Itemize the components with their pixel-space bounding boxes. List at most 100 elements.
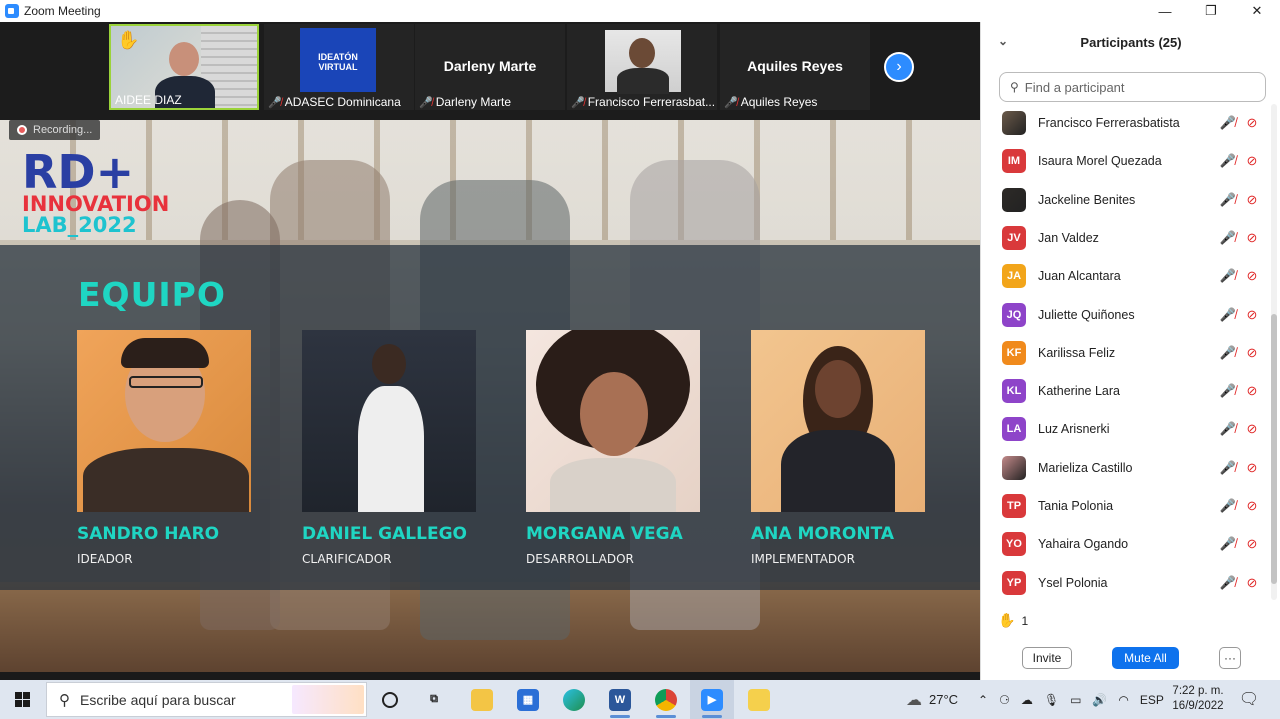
- participant-name: Tania Polonia: [1038, 499, 1114, 513]
- weather-widget[interactable]: ☁ 27°C: [906, 680, 958, 719]
- clock[interactable]: 7:22 p. m. 16/9/2022: [1168, 684, 1228, 714]
- chevron-right-icon: ›: [896, 58, 902, 75]
- participant-status-icons: 🎤̸ ⊘: [1219, 230, 1261, 246]
- participant-row[interactable]: YP Ysel Polonia 🎤̸ ⊘: [981, 564, 1273, 600]
- task-view-icon[interactable]: ⧉: [412, 680, 456, 719]
- notifications-icon[interactable]: 🗨: [1238, 688, 1260, 710]
- temperature: 27°C: [929, 692, 959, 707]
- participant-row[interactable]: Marieliza Castillo 🎤̸ ⊘: [981, 449, 1273, 487]
- clock-date: 16/9/2022: [1172, 700, 1224, 712]
- next-page-button[interactable]: ›: [884, 52, 914, 82]
- participant-search[interactable]: ⚲: [999, 72, 1266, 102]
- window-controls: — ❐ ✕: [1142, 0, 1280, 22]
- meet-now-icon[interactable]: ⚆: [999, 693, 1010, 707]
- shared-screen: Recording... RD+ INNOVATION LAB_2022 EQU…: [0, 120, 980, 672]
- person-head: [815, 360, 861, 418]
- participant-row[interactable]: Jackeline Benites 🎤̸ ⊘: [981, 181, 1273, 219]
- participant-name: Katherine Lara: [1038, 384, 1121, 399]
- member-name: DANIEL GALLEGO: [302, 524, 467, 544]
- scrollbar-thumb[interactable]: [1271, 314, 1277, 584]
- cortana-icon[interactable]: [368, 680, 412, 719]
- zoom-glyph: ▶: [701, 688, 723, 711]
- meeting-area: ✋ AIDEE DIAZ IDEATÓN VIRTUAL 🎤̸ ADASEC Do…: [0, 22, 980, 680]
- windows-taskbar: ⚲ Escribe aquí para buscar ⧉ ▦ W ▶ ☁ 27°…: [0, 680, 1280, 719]
- participant-row[interactable]: JA Juan Alcantara 🎤̸ ⊘: [981, 257, 1273, 295]
- participant-name: Karilissa Feliz: [1038, 345, 1116, 360]
- logo-line3: LAB_2022: [22, 213, 137, 237]
- video-off-icon: ⊘: [1246, 191, 1258, 207]
- window-title: Zoom Meeting: [24, 4, 101, 18]
- volume-icon[interactable]: 🔊: [1092, 693, 1107, 707]
- tile-display-name: Aquiles Reyes: [747, 58, 843, 74]
- participant-row[interactable]: Francisco Ferrerasbatista 🎤̸ ⊘: [981, 104, 1273, 142]
- recording-dot-icon: [17, 125, 27, 135]
- avatar: KF: [1002, 340, 1026, 365]
- tile-name: 🎤̸ Darleny Marte: [419, 95, 511, 109]
- close-button[interactable]: ✕: [1234, 0, 1280, 22]
- mic-muted-icon: 🎤̸: [1219, 421, 1237, 437]
- more-options-button[interactable]: ···: [1219, 647, 1241, 669]
- language-indicator[interactable]: ESP: [1140, 693, 1164, 707]
- participant-row[interactable]: JQ Juliette Quiñones 🎤̸ ⊘: [981, 296, 1273, 334]
- taskbar-search-placeholder: Escribe aquí para buscar: [80, 691, 236, 708]
- maximize-button[interactable]: ❐: [1188, 0, 1234, 22]
- participant-row[interactable]: KF Karilissa Feliz 🎤̸ ⊘: [981, 334, 1273, 372]
- mic-muted-icon: 🎤̸: [1219, 268, 1237, 284]
- mute-all-button[interactable]: Mute All: [1112, 647, 1179, 669]
- video-tile-francisco[interactable]: 🎤̸ Francisco Ferrerasbat...: [567, 24, 717, 110]
- participant-status-icons: 🎤̸ ⊘: [1219, 192, 1261, 208]
- microphone-icon[interactable]: 🎙: [1044, 693, 1059, 707]
- recording-indicator[interactable]: Recording...: [9, 120, 101, 140]
- store-icon[interactable]: ▦: [506, 680, 550, 719]
- taskbar-search[interactable]: ⚲ Escribe aquí para buscar: [46, 682, 367, 717]
- edge-icon[interactable]: [552, 680, 596, 719]
- participant-row[interactable]: JV Jan Valdez 🎤̸ ⊘: [981, 219, 1273, 257]
- zoom-icon[interactable]: ▶: [690, 680, 734, 719]
- recording-label: Recording...: [33, 124, 93, 136]
- video-tile-aidee-diaz[interactable]: ✋ AIDEE DIAZ: [109, 24, 259, 110]
- person-head: [372, 344, 406, 384]
- participant-row[interactable]: KL Katherine Lara 🎤̸ ⊘: [981, 372, 1273, 410]
- folder-glyph: [471, 688, 493, 711]
- participants-scrollbar[interactable]: [1271, 104, 1277, 600]
- search-highlight-image: [292, 685, 364, 714]
- participant-status-icons: 🎤̸ ⊘: [1219, 498, 1261, 514]
- video-off-icon: ⊘: [1246, 306, 1258, 322]
- word-glyph: W: [609, 688, 631, 711]
- rd-innovation-lab-logo: RD+ INNOVATION LAB_2022: [22, 149, 169, 237]
- chrome-glyph: [655, 688, 677, 711]
- file-explorer-icon[interactable]: [460, 680, 504, 719]
- minimize-button[interactable]: —: [1142, 0, 1188, 22]
- member-role: IDEADOR: [77, 552, 133, 566]
- word-icon[interactable]: W: [598, 680, 642, 719]
- clock-time: 7:22 p. m.: [1172, 685, 1224, 697]
- onedrive-icon[interactable]: ☁: [1021, 693, 1033, 707]
- battery-icon[interactable]: ▭: [1070, 693, 1081, 707]
- chrome-icon[interactable]: [644, 680, 688, 719]
- avatar: IM: [1002, 149, 1026, 174]
- invite-button[interactable]: Invite: [1022, 647, 1072, 669]
- video-off-icon: ⊘: [1246, 421, 1258, 437]
- search-icon: ⚲: [59, 691, 70, 709]
- participant-row[interactable]: IM Isaura Morel Quezada 🎤̸ ⊘: [981, 142, 1273, 180]
- video-tile-aquiles-reyes[interactable]: Aquiles Reyes 🎤̸ Aquiles Reyes: [720, 24, 870, 110]
- chevron-down-icon[interactable]: ⌄: [998, 34, 1008, 48]
- sticky-notes-icon[interactable]: [737, 680, 781, 719]
- video-off-icon: ⊘: [1246, 574, 1258, 590]
- chevron-up-icon[interactable]: ⌃: [978, 693, 988, 707]
- participant-row[interactable]: LA Luz Arisnerki 🎤̸ ⊘: [981, 410, 1273, 448]
- wifi-icon[interactable]: ◠: [1118, 693, 1128, 707]
- mic-muted-icon: 🎤̸: [1219, 191, 1237, 207]
- search-input[interactable]: [1024, 79, 1245, 95]
- member-photo: [526, 330, 700, 512]
- participant-name: Isaura Morel Quezada: [1038, 154, 1162, 169]
- start-button[interactable]: [0, 680, 44, 719]
- participant-row[interactable]: YO Yahaira Ogando 🎤̸ ⊘: [981, 525, 1273, 563]
- mic-muted-icon: 🎤̸: [1219, 574, 1237, 590]
- zoom-logo-icon: [5, 4, 19, 18]
- avatar: [1002, 187, 1026, 212]
- video-tile-darleny-marte[interactable]: Darleny Marte 🎤̸ Darleny Marte: [415, 24, 565, 110]
- participant-row[interactable]: TP Tania Polonia 🎤̸ ⊘: [981, 487, 1273, 525]
- participants-title: Participants (25): [1080, 34, 1182, 50]
- video-tile-adasec[interactable]: IDEATÓN VIRTUAL 🎤̸ ADASEC Dominicana: [264, 24, 414, 110]
